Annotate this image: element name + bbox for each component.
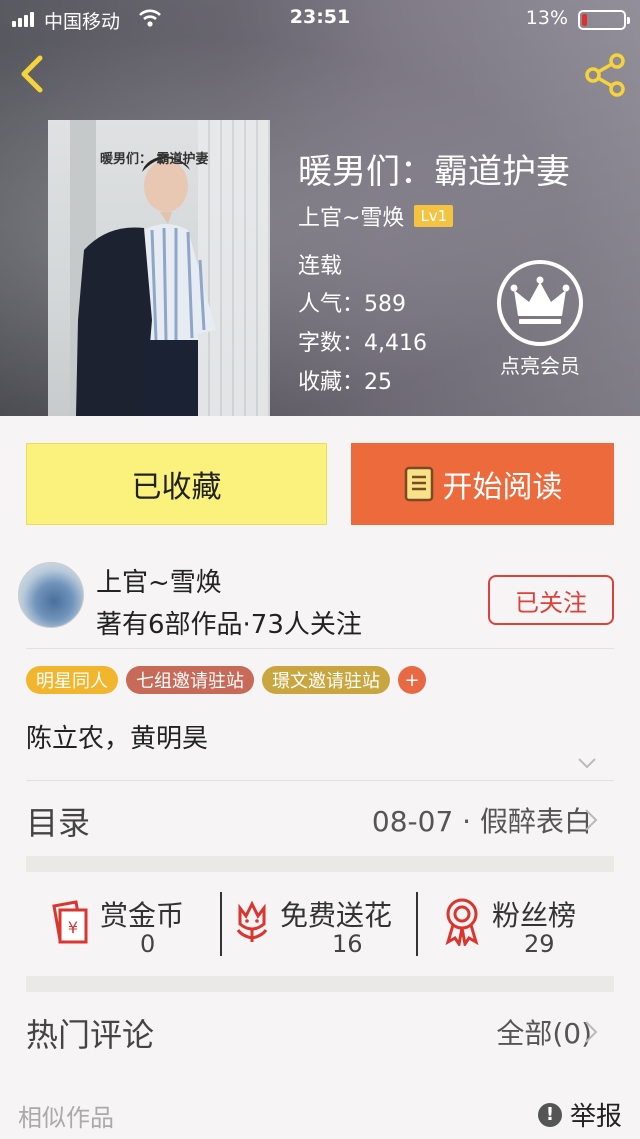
latest-chapter[interactable]: 08-07 · 假醉表白 [372,800,592,840]
fans-value: 29 [524,930,555,958]
book-header: 中国移动 23:51 13% 暖男们： 霸道护妻 暖男们：霸道护妻 上官~雪焕 … [0,0,640,416]
author-avatar[interactable] [18,562,84,628]
book-icon [404,466,433,502]
cover-title: 暖男们： 霸道护妻 [100,152,209,167]
book-title: 暖男们：霸道护妻 [298,152,570,192]
section-band [26,976,614,992]
similar-works-label: 相似作品 [18,1104,114,1132]
chevron-right-icon [585,809,598,831]
collect-label: 已收藏 [131,470,222,505]
share-button[interactable] [580,50,630,100]
red-envelope-icon: ¥ [52,900,88,944]
battery-percent: 13% [525,7,568,29]
battery-icon [578,10,630,30]
book-cover[interactable]: 暖男们： 霸道护妻 [48,120,270,416]
author-card-name[interactable]: 上官~雪焕 [96,562,222,599]
follow-button[interactable]: 已关注 [488,575,614,625]
reward-value: 0 [140,930,156,958]
warning-icon: ! [537,1102,562,1127]
fans-label: 粉丝榜 [492,899,577,932]
free-flowers-stat[interactable]: 免费送花 16 [222,882,416,972]
collect-button[interactable]: 已收藏 [26,443,327,525]
crown-icon [497,260,583,346]
chevron-right-icon [585,1021,598,1043]
popularity: 人气：589 [298,292,406,317]
serial-status: 连载 [298,254,343,279]
section-band [26,856,614,872]
fans-ranking-stat[interactable]: 粉丝榜 29 [418,882,614,972]
report-label: 举报 [569,1102,622,1132]
reward-coins-stat[interactable]: ¥ 赏金币 0 [26,882,220,972]
author-card-stats: 著有6部作品·73人关注 [96,610,362,640]
vip-label: 点亮会员 [500,354,580,378]
hot-comments-label: 热门评论 [26,1016,155,1054]
flower-icon [236,900,268,942]
all-comments-link[interactable]: 全部(0) [496,1012,592,1052]
word-count: 字数：4,416 [298,331,427,356]
stats-row: ¥ 赏金币 0 免费送花 16 粉丝榜 29 [26,882,614,972]
tag-item[interactable]: 璟文邀请驻站 [262,666,390,694]
start-reading-label: 开始阅读 [442,470,563,505]
reward-label: 赏金币 [100,899,185,932]
toc-label[interactable]: 目录 [26,798,90,844]
report-button[interactable]: ! 举报 [537,1096,622,1133]
svg-text:¥: ¥ [68,918,78,937]
author-name[interactable]: 上官~雪焕 [298,200,404,232]
main-characters: 陈立农，黄明昊 [26,724,209,754]
divider [26,648,614,649]
medal-icon [445,898,479,946]
tag-item[interactable]: 明星同人 [26,666,118,694]
follow-label: 已关注 [515,588,587,617]
author-line: 上官~雪焕 Lv1 [298,200,454,232]
tag-list: 明星同人 七组邀请驻站 璟文邀请驻站 + [26,666,426,694]
vip-button[interactable]: 点亮会员 [490,260,590,379]
tag-item[interactable]: 七组邀请驻站 [126,666,254,694]
level-badge: Lv1 [414,205,454,227]
divider [26,780,614,781]
add-tag-button[interactable]: + [398,666,426,694]
flowers-value: 16 [332,930,363,958]
start-reading-button[interactable]: 开始阅读 [351,443,614,525]
chevron-down-icon[interactable] [576,752,598,774]
favorites-count: 收藏：25 [298,370,392,395]
back-button[interactable] [14,52,54,96]
status-bar: 中国移动 23:51 13% [0,0,640,36]
flowers-label: 免费送花 [280,899,393,932]
